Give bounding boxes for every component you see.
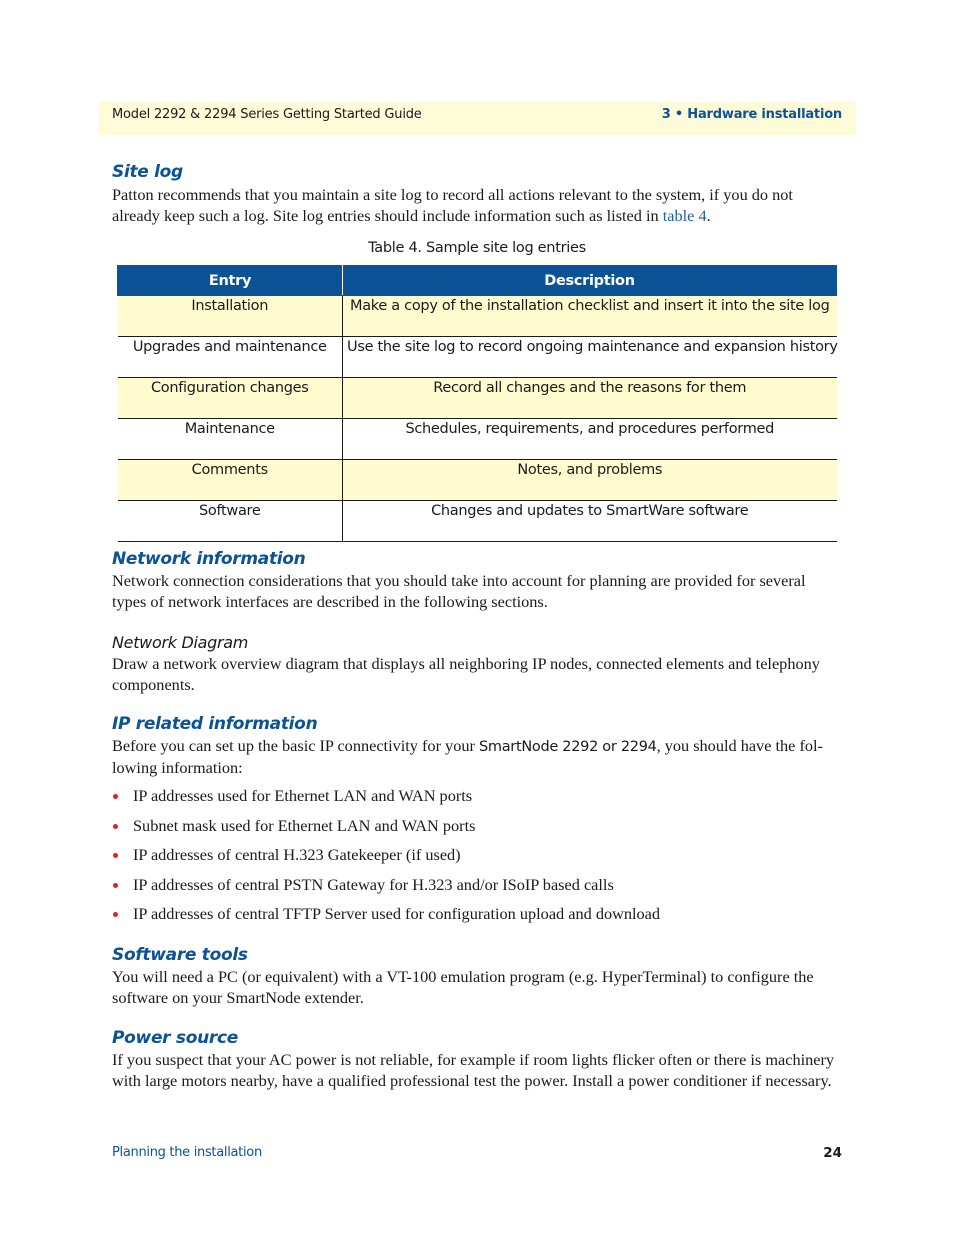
list-item: IP addresses of central TFTP Server used…: [112, 904, 842, 934]
product-name: SmartNode 2292 or 2294: [478, 739, 657, 755]
ip-requirements-list: IP addresses used for Ethernet LAN and W…: [112, 786, 842, 934]
heading-software-tools: Software tools: [112, 945, 248, 965]
network-information-paragraph: Network connection considerations that y…: [112, 571, 806, 611]
description-cell: Record all changes and the reasons for t…: [342, 377, 837, 419]
bullet-icon: [113, 882, 118, 888]
bullet-icon: [113, 853, 118, 858]
bullet-icon: [113, 912, 118, 917]
list-item-text: IP addresses used for Ethernet LAN and W…: [133, 786, 473, 805]
page-number: 24: [823, 1145, 842, 1161]
heading-site-log: Site log: [112, 162, 183, 182]
table-row: Configuration changes Record all changes…: [117, 377, 837, 419]
footer-section-name: Planning the installation: [112, 1145, 262, 1160]
list-item: IP addresses of central H.323 Gatekeeper…: [112, 845, 842, 875]
software-tools-paragraph: You will need a PC (or equivalent) with …: [112, 967, 814, 1007]
site-log-table: Entry Description Installation Make a co…: [117, 265, 838, 542]
table-row: Upgrades and maintenance Use the site lo…: [117, 336, 838, 378]
table-row: Comments Notes, and problems: [117, 459, 837, 501]
entry-cell: Upgrades and maintenance: [117, 336, 343, 378]
list-item: IP addresses of central PSTN Gateway for…: [112, 875, 842, 905]
site-log-paragraph: Patton recommends that you maintain a si…: [112, 185, 842, 226]
document-page: Model 2292 & 2294 Series Getting Started…: [0, 0, 954, 1235]
heading-network-information: Network information: [112, 549, 306, 569]
list-item-text: IP addresses of central H.323 Gatekeeper…: [133, 845, 461, 864]
heading-network-diagram: Network Diagram: [112, 633, 249, 652]
list-item-text: IP addresses of central PSTN Gateway for…: [133, 874, 614, 894]
table-caption: Table 4. Sample site log entries: [368, 240, 586, 256]
entry-cell: Maintenance: [117, 418, 343, 460]
description-cell: Use the site log to record ongoing maint…: [342, 336, 838, 378]
list-item: Subnet mask used for Ethernet LAN and WA…: [112, 816, 842, 846]
bullet-icon: [113, 794, 118, 799]
entry-cell: Software: [117, 500, 343, 542]
entry-cell: Installation: [117, 295, 343, 337]
description-cell: Changes and updates to SmartWare softwar…: [342, 500, 837, 542]
ip-related-text: Before you can set up the basic IP conne…: [112, 736, 479, 755]
running-header: Model 2292 & 2294 Series Getting Started…: [99, 102, 856, 135]
chapter-title: 3 • Hardware installation: [661, 107, 842, 122]
network-diagram-paragraph: Draw a network overview diagram that dis…: [112, 654, 820, 694]
table-header-row: Entry Description: [117, 265, 837, 296]
entry-cell: Comments: [117, 459, 343, 501]
entry-cell: Configuration changes: [117, 377, 343, 419]
ip-related-paragraph: Before you can set up the basic IP conne…: [112, 736, 842, 778]
table-row: Maintenance Schedules, requirements, and…: [117, 418, 837, 460]
table-4-link[interactable]: table 4: [663, 206, 707, 225]
description-cell: Make a copy of the installation checklis…: [342, 295, 837, 337]
site-log-text-end: .: [706, 205, 711, 225]
guide-title: Model 2292 & 2294 Series Getting Started…: [112, 107, 422, 122]
column-header-description: Description: [342, 265, 837, 296]
table-row: Installation Make a copy of the installa…: [117, 295, 837, 337]
bullet-icon: [113, 823, 118, 829]
power-source-paragraph: If you suspect that your AC power is not…: [112, 1050, 835, 1090]
description-cell: Schedules, requirements, and procedures …: [342, 418, 837, 460]
list-item-text: IP addresses of central TFTP Server used…: [133, 904, 661, 923]
table-row: Software Changes and updates to SmartWar…: [117, 500, 837, 542]
list-item: IP addresses used for Ethernet LAN and W…: [112, 786, 842, 816]
column-header-entry: Entry: [117, 265, 343, 296]
description-cell: Notes, and problems: [342, 459, 837, 501]
heading-power-source: Power source: [112, 1028, 238, 1048]
list-item-text: Subnet mask used for Ethernet LAN and WA…: [133, 815, 476, 835]
heading-ip-related-information: IP related information: [112, 714, 318, 734]
